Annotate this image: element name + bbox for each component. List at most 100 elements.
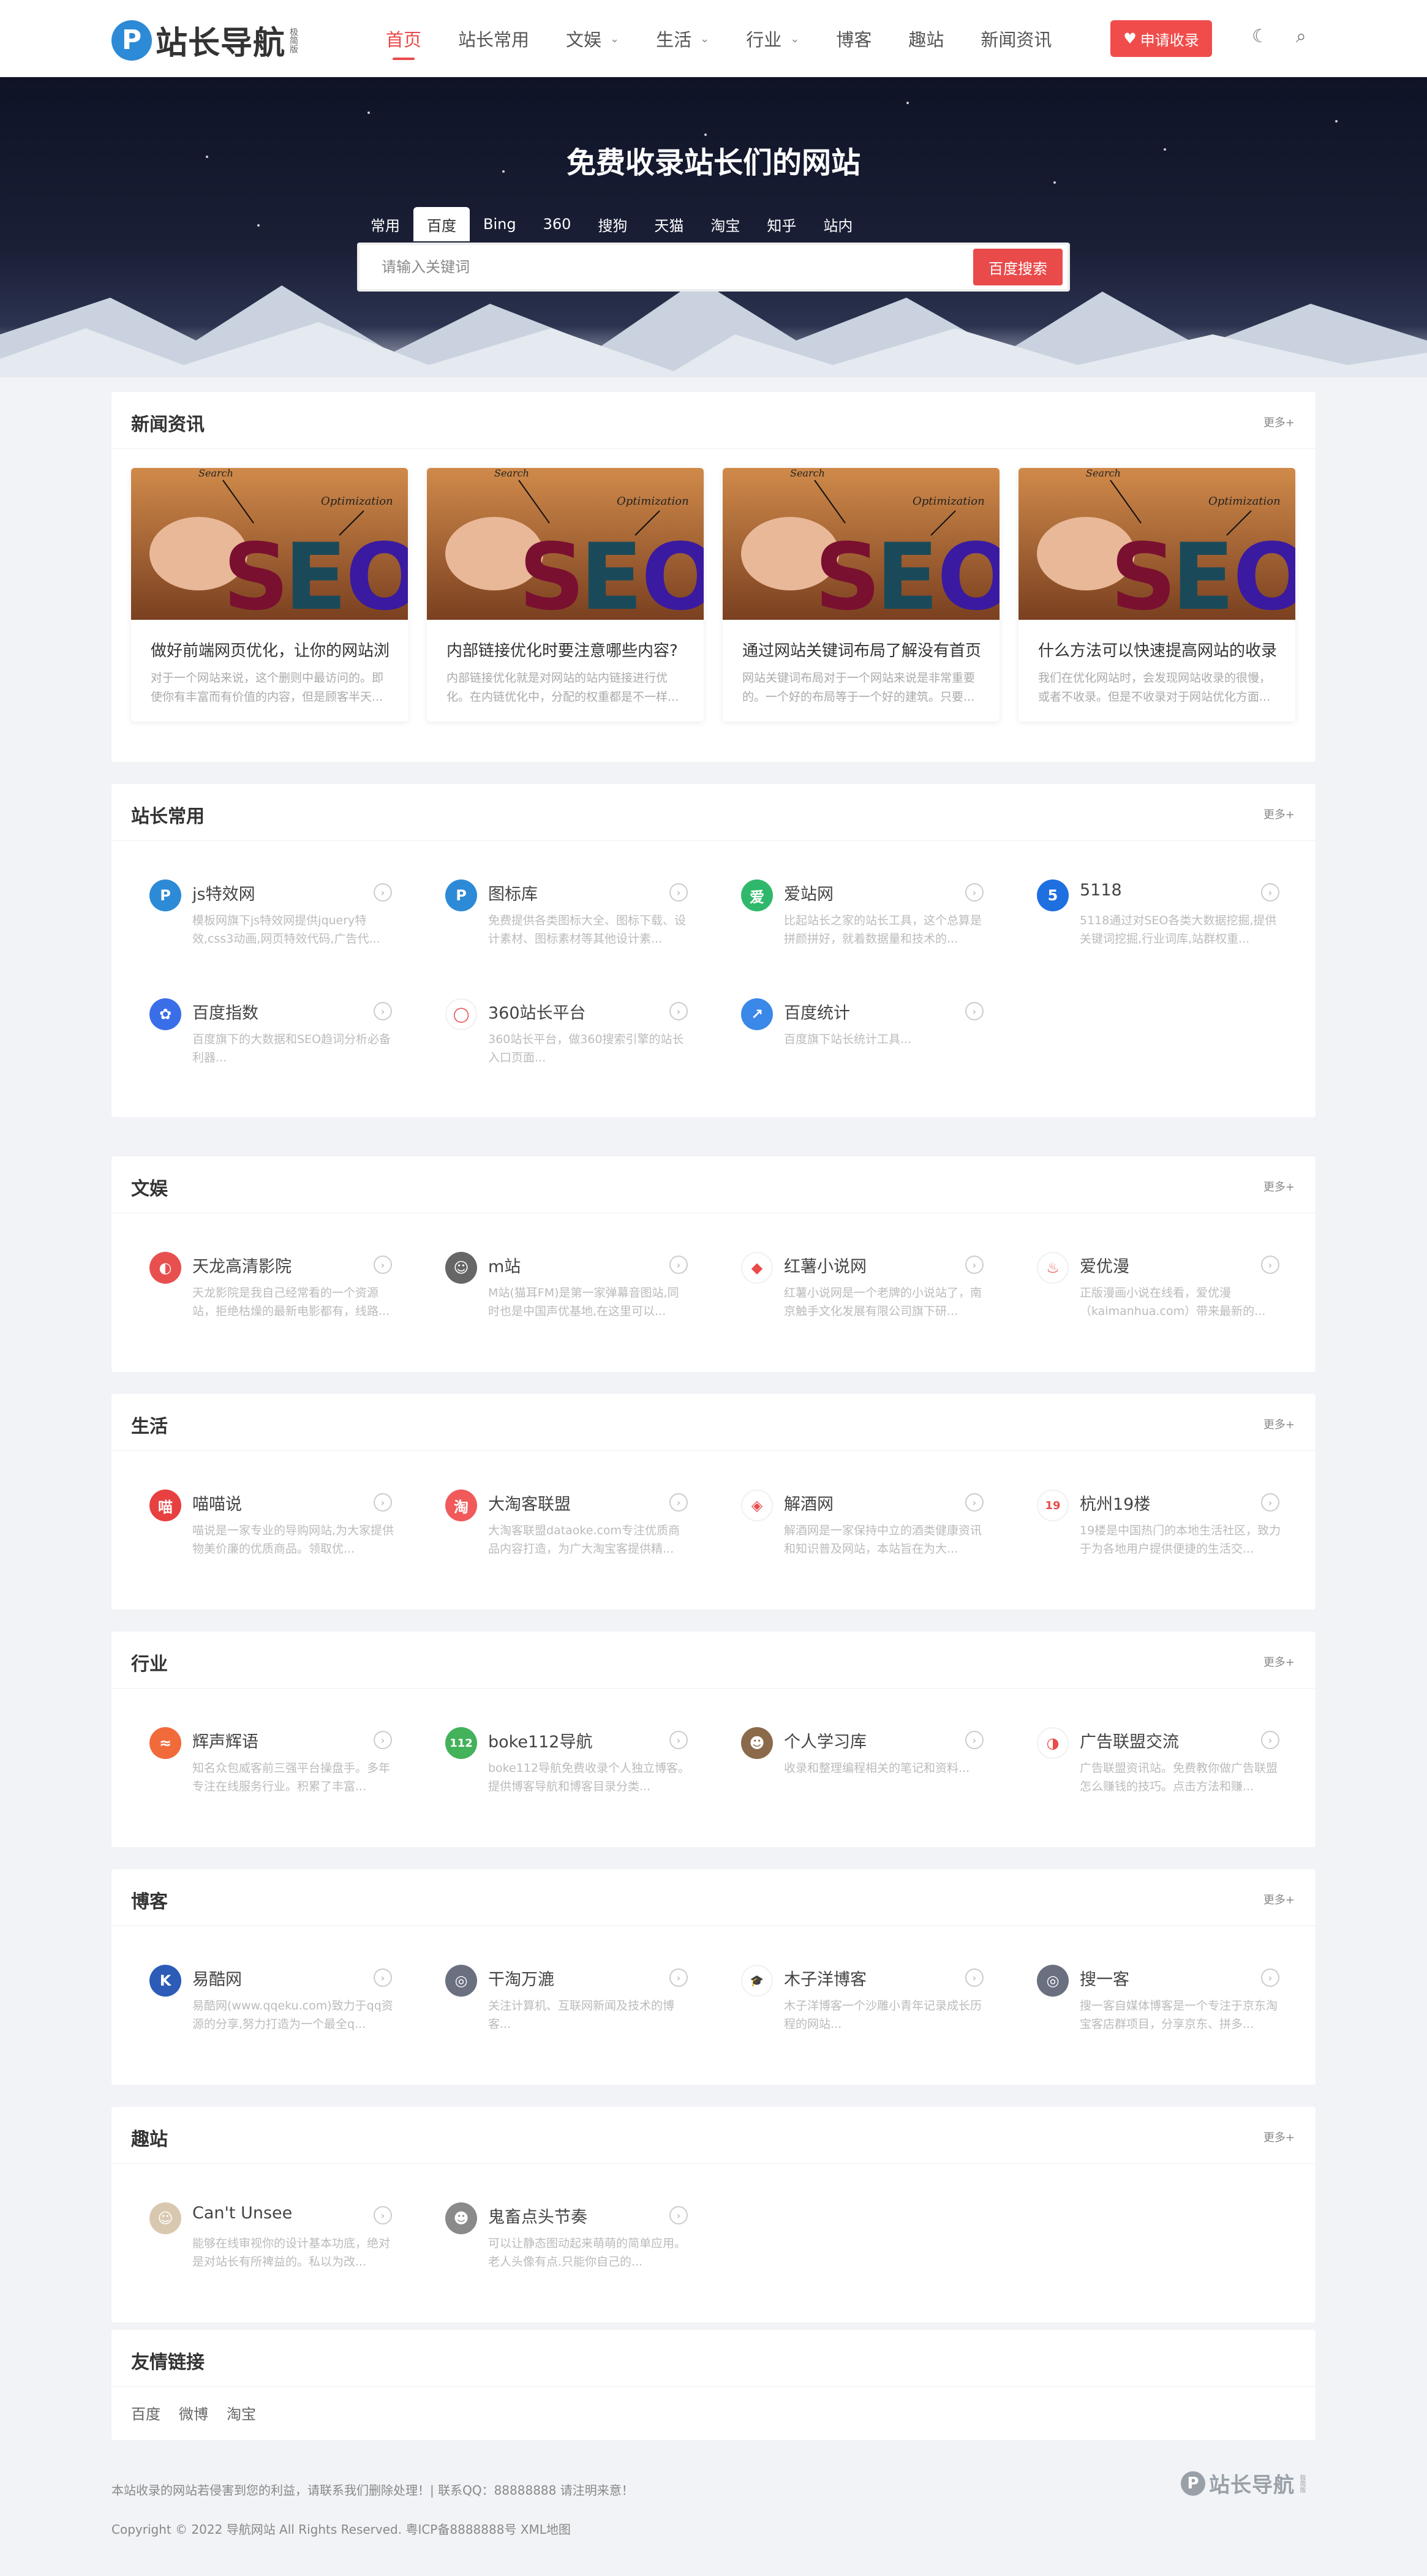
friend-link[interactable]: 微博 bbox=[179, 2402, 208, 2423]
news-desc: 我们在优化网站时，会发现网站收录的很慢，或者不收录。但是不收录对于网站优化方面.… bbox=[1038, 671, 1271, 704]
nav-item[interactable]: 新闻资讯 bbox=[981, 0, 1052, 77]
chevron-right-icon[interactable]: › bbox=[1261, 1256, 1279, 1274]
site-item[interactable]: 5 5118 › 5118通过对SEO各类大数据挖掘,提供关键词挖掘,行业词库,站群权… bbox=[1018, 860, 1295, 955]
site-desc: 百度旗下的大数据和SEO趋词分析必备利器... bbox=[192, 1033, 391, 1064]
news-title[interactable]: 内部链接优化时要注意哪些内容? bbox=[446, 638, 691, 661]
nav-item[interactable]: 博客 bbox=[836, 0, 872, 77]
news-card[interactable]: S E O Search Optimization 做好前端网页优化，让你的网站浏 对于一个… bbox=[131, 468, 408, 721]
chevron-right-icon[interactable]: › bbox=[374, 1002, 392, 1020]
more-link[interactable]: 更多+ bbox=[1263, 414, 1295, 430]
news-title[interactable]: 做好前端网页优化，让你的网站浏 bbox=[151, 638, 396, 661]
site-item[interactable]: ☺ m站 › M站(猫耳FM)是第一家弹幕音图站,同时也是中国声优基地,在这里可以..… bbox=[427, 1232, 704, 1328]
site-item[interactable]: ◎ 干淘万漉 › 关注计算机、互联网新闻及技术的博客... bbox=[427, 1945, 704, 2041]
site-desc: 5118通过对SEO各类大数据挖掘,提供关键词挖掘,行业词库,站群权重... bbox=[1080, 914, 1277, 946]
more-link[interactable]: 更多+ bbox=[1263, 1654, 1295, 1670]
site-item[interactable]: ✿ 百度指数 › 百度旗下的大数据和SEO趋词分析必备利器... bbox=[131, 979, 408, 1074]
nav-item-label: 站长常用 bbox=[458, 29, 530, 50]
chevron-right-icon[interactable]: › bbox=[1261, 1493, 1279, 1512]
site-item[interactable]: K 易酷网 › 易酷网(www.qqeku.com)致力于qq资源的分享,努力打造为一… bbox=[131, 1945, 408, 2041]
chevron-right-icon[interactable]: › bbox=[669, 1493, 688, 1512]
moon-icon[interactable]: ☾ bbox=[1252, 26, 1268, 47]
site-item[interactable]: 爱爱站网 › 比起站长之家的站长工具，这个总算是拼颜拼好，就着数据量和技术的... bbox=[723, 860, 1000, 955]
film-icon: ◐ bbox=[149, 1252, 181, 1284]
chevron-right-icon[interactable]: › bbox=[669, 2206, 688, 2224]
site-item[interactable]: ◯ 360站长平台 › 360站长平台，做360搜索引擎的站长入口页面... bbox=[427, 979, 704, 1074]
site-item[interactable]: ♨ 爱优漫 › 正版漫画小说在线看，爱优漫（kaimanhua.com）带来最新的..… bbox=[1018, 1232, 1295, 1328]
search-tab[interactable]: 常用 bbox=[357, 207, 413, 241]
chevron-right-icon[interactable]: › bbox=[965, 1002, 984, 1020]
chevron-right-icon[interactable]: › bbox=[374, 1256, 392, 1274]
nav-item[interactable]: 首页 bbox=[386, 0, 421, 77]
more-link[interactable]: 更多+ bbox=[1263, 806, 1295, 822]
nav-item[interactable]: 行业 ⌄ bbox=[746, 0, 799, 77]
chevron-right-icon[interactable]: › bbox=[965, 1731, 984, 1749]
p-logo-icon: P bbox=[445, 879, 477, 911]
news-card[interactable]: S E O Search Optimization 什么方法可以快速提高网站的收录 我们在优… bbox=[1018, 468, 1295, 721]
site-item[interactable]: ☻ 个人学习库 › 收录和整理编程相关的笔记和资料... bbox=[723, 1708, 1000, 1803]
chevron-right-icon[interactable]: › bbox=[1261, 1731, 1279, 1749]
search-tab[interactable]: 百度 bbox=[413, 207, 470, 241]
site-item[interactable]: 112 boke112导航 › boke112导航免费收录个人独立博客。提供博客导航和… bbox=[427, 1708, 704, 1803]
search-tab[interactable]: 天猫 bbox=[641, 207, 697, 241]
nav-item[interactable]: 站长常用 bbox=[458, 0, 529, 77]
site-item[interactable]: 🎓 木子洋博客 › 木子洋博客一个沙雕小青年记录成长历程的网站... bbox=[723, 1945, 1000, 2041]
site-item[interactable]: P 图标库 › 免费提供各类图标大全、图标下载、设计素材、图标素材等其他设计素... bbox=[427, 860, 704, 955]
search-tab[interactable]: 360 bbox=[530, 207, 585, 241]
chevron-right-icon[interactable]: › bbox=[965, 1968, 984, 1987]
search-tab[interactable]: Bing bbox=[470, 207, 530, 241]
site-logo[interactable]: P 站长导航 极简版 bbox=[111, 17, 298, 63]
chevron-right-icon[interactable]: › bbox=[669, 1002, 688, 1020]
chevron-right-icon[interactable]: › bbox=[669, 883, 688, 902]
chevron-right-icon[interactable]: › bbox=[669, 1256, 688, 1274]
chevron-right-icon[interactable]: › bbox=[374, 1968, 392, 1987]
ad-icon: ◑ bbox=[1037, 1727, 1069, 1759]
more-link[interactable]: 更多+ bbox=[1263, 1891, 1295, 1907]
site-item[interactable]: 喵喵喵说 › 喵说是一家专业的导购网站,为大家提供物美价廉的优质商品。领取优... bbox=[131, 1470, 408, 1565]
chevron-right-icon[interactable]: › bbox=[965, 1256, 984, 1274]
apply-listing-button[interactable]: ♥ 申请收录 bbox=[1110, 20, 1212, 57]
search-button[interactable]: 百度搜索 bbox=[973, 249, 1063, 285]
news-card[interactable]: S E O Search Optimization 通过网站关键词布局了解没有首页 网站关键… bbox=[723, 468, 1000, 721]
site-item[interactable]: Pjs特效网 › 模板网旗下js特效网提供jquery特效,css3动画,网页特效代… bbox=[131, 860, 408, 955]
site-item[interactable]: ☺ Can't Unsee › 能够在线审视你的设计基本功底，绝对是对站长有所裨益的。… bbox=[131, 2183, 408, 2278]
search-tab[interactable]: 知乎 bbox=[753, 207, 810, 241]
news-title[interactable]: 通过网站关键词布局了解没有首页 bbox=[742, 638, 987, 661]
chevron-right-icon[interactable]: › bbox=[669, 1968, 688, 1987]
more-link[interactable]: 更多+ bbox=[1263, 2129, 1295, 2145]
site-item[interactable]: ◑ 广告联盟交流 › 广告联盟资讯站。免费教你做广告联盟怎么赚钱的技巧。点击方法和赚.… bbox=[1018, 1708, 1295, 1803]
chevron-right-icon[interactable]: › bbox=[374, 1731, 392, 1749]
site-item[interactable]: 19 杭州19楼 › 19楼是中国热门的本地生活社区，致力于为各地用户提供便捷的生活交… bbox=[1018, 1470, 1295, 1565]
nav-item[interactable]: 生活 ⌄ bbox=[656, 0, 709, 77]
site-item[interactable]: ◆ 红薯小说网 › 红薯小说网是一个老牌的小说站了，南京触手文化发展有限公司旗下研..… bbox=[723, 1232, 1000, 1328]
search-tab[interactable]: 搜狗 bbox=[584, 207, 641, 241]
friend-link[interactable]: 百度 bbox=[131, 2402, 160, 2423]
site-item[interactable]: ◈ 解酒网 › 解酒网是一家保持中立的酒类健康资讯和知识普及网站，本站旨在为大... bbox=[723, 1470, 1000, 1565]
site-item[interactable]: ≈ 辉声辉语 › 知名众包威客前三强平台操盘手。多年专注在线服务行业。积累了丰富... bbox=[131, 1708, 408, 1803]
news-card[interactable]: S E O Search Optimization 内部链接优化时要注意哪些内容? 内部链接… bbox=[427, 468, 704, 721]
friend-link[interactable]: 淘宝 bbox=[227, 2402, 256, 2423]
chevron-right-icon[interactable]: › bbox=[1261, 883, 1279, 902]
nav-item[interactable]: 文娱 ⌄ bbox=[566, 0, 619, 77]
chevron-right-icon[interactable]: › bbox=[374, 1493, 392, 1512]
site-item[interactable]: 淘大淘客联盟 › 大淘客联盟dataoke.com专注优质商品内容打造，为广大淘宝客… bbox=[427, 1470, 704, 1565]
chevron-right-icon[interactable]: › bbox=[374, 2206, 392, 2224]
search-tab[interactable]: 站内 bbox=[810, 207, 866, 241]
site-item[interactable]: ◎ 搜一客 › 搜一客自媒体博客是一个专注于京东淘宝客店群项目，分享京东、拼多... bbox=[1018, 1945, 1295, 2041]
chevron-right-icon[interactable]: › bbox=[965, 883, 984, 902]
section-title: 文娱 bbox=[131, 1178, 168, 1200]
footer-logo: P 站长导航 极简版 bbox=[1181, 2468, 1305, 2498]
site-item[interactable]: ☻ 鬼畜点头节奏 › 可以让静态图动起来萌萌的简单应用。老人头像有点.只能你自己的..… bbox=[427, 2183, 704, 2278]
chevron-right-icon[interactable]: › bbox=[1261, 1968, 1279, 1987]
site-item[interactable]: ◐ 天龙高清影院 › 天龙影院是我自己经常看的一个资源站，拒绝枯燥的最新电影都有，线路… bbox=[131, 1232, 408, 1328]
search-input[interactable]: 请输入关键词 bbox=[382, 245, 470, 289]
news-title[interactable]: 什么方法可以快速提高网站的收录 bbox=[1038, 638, 1283, 661]
chevron-right-icon[interactable]: › bbox=[669, 1731, 688, 1749]
site-item[interactable]: ↗ 百度统计 › 百度旗下站长统计工具... bbox=[723, 979, 1000, 1074]
chevron-right-icon[interactable]: › bbox=[374, 883, 392, 902]
search-icon[interactable]: ⌕ bbox=[1296, 26, 1306, 47]
more-link[interactable]: 更多+ bbox=[1263, 1178, 1295, 1194]
search-tab[interactable]: 淘宝 bbox=[697, 207, 753, 241]
more-link[interactable]: 更多+ bbox=[1263, 1416, 1295, 1432]
chevron-right-icon[interactable]: › bbox=[965, 1493, 984, 1512]
nav-item[interactable]: 趣站 bbox=[908, 0, 944, 77]
